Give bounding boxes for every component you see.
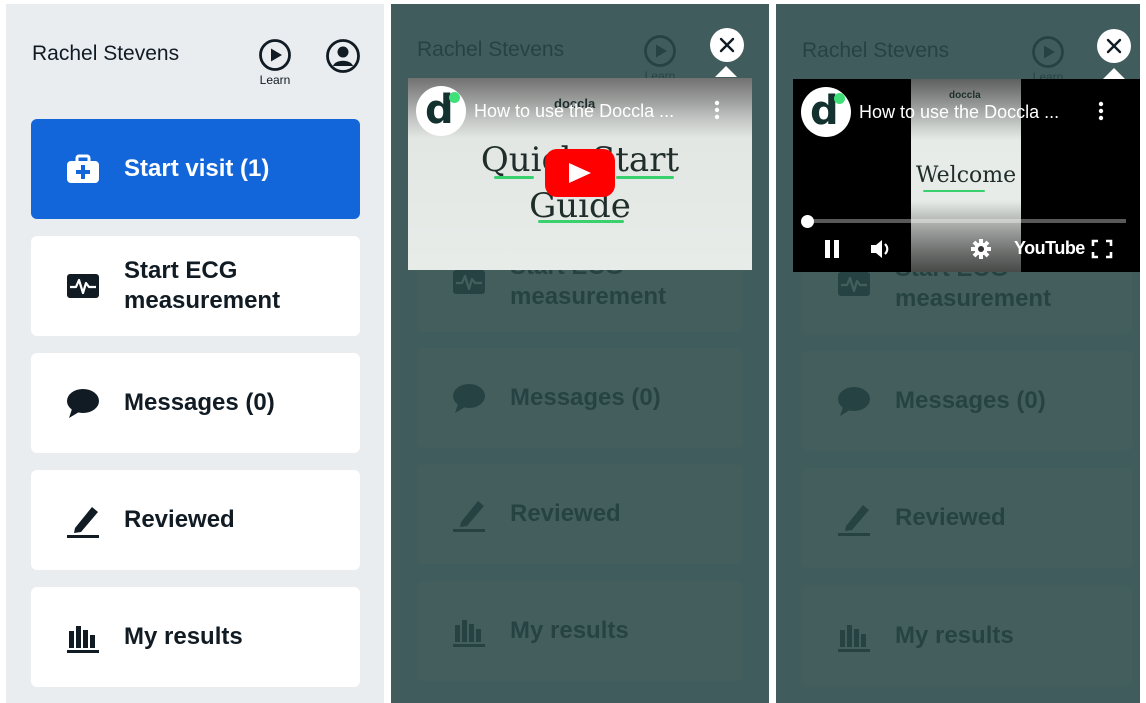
my-results-button[interactable]: My results: [31, 587, 360, 687]
start-visit-label: Start visit (1): [124, 155, 270, 182]
video-preview-screen: Rachel Stevens Learn Start visit (1) Sta…: [391, 4, 769, 703]
more-options-icon[interactable]: [1098, 101, 1104, 121]
video-title[interactable]: How to use the Doccla ...: [474, 101, 674, 122]
start-ecg-label: Start ECG measurement: [124, 257, 281, 314]
close-button[interactable]: [710, 28, 744, 62]
profile-button[interactable]: [325, 38, 361, 79]
user-avatar-icon: [326, 39, 360, 73]
close-icon: [719, 37, 735, 53]
brand-dot: [834, 93, 845, 104]
header: Rachel Stevens Learn: [6, 4, 384, 114]
play-icon: [569, 163, 591, 183]
underline-accent: [923, 190, 985, 192]
progress-track[interactable]: [807, 219, 1126, 223]
pen-icon: [67, 507, 99, 538]
brand-dot: [449, 92, 460, 103]
messages-label: Messages (0): [124, 389, 275, 416]
ecg-icon: [67, 274, 99, 298]
reviewed-button[interactable]: Reviewed: [31, 470, 360, 570]
underline-accent: [494, 176, 534, 179]
settings-gear-icon[interactable]: [970, 238, 992, 260]
doccla-brand: doccla: [949, 90, 981, 101]
video-caption: Welcome: [915, 163, 1017, 188]
medical-kit-icon: [67, 154, 99, 183]
reviewed-label: Reviewed: [124, 506, 235, 533]
youtube-video-player[interactable]: doccla d How to use the Doccla ... Welco…: [793, 79, 1140, 272]
start-visit-button[interactable]: Start visit (1): [31, 119, 360, 219]
fullscreen-icon[interactable]: [1091, 239, 1113, 259]
my-results-label: My results: [124, 623, 243, 650]
popover-arrow: [715, 66, 737, 77]
progress-scrubber[interactable]: [801, 215, 814, 228]
messages-button[interactable]: Messages (0): [31, 353, 360, 453]
underline-accent: [538, 220, 624, 223]
youtube-logo[interactable]: YouTube: [1014, 238, 1085, 259]
learn-label: Learn: [259, 73, 291, 87]
channel-avatar[interactable]: d: [801, 87, 851, 137]
bar-chart-icon: [67, 626, 99, 653]
pause-icon[interactable]: [823, 239, 841, 259]
video-playing-screen: Rachel Stevens Learn Start visit (1) Sta…: [776, 4, 1140, 703]
more-options-icon[interactable]: [714, 100, 720, 120]
play-button[interactable]: [545, 149, 615, 197]
chat-bubble-icon: [67, 389, 99, 418]
underline-accent: [616, 176, 674, 179]
close-button[interactable]: [1097, 29, 1131, 63]
channel-avatar[interactable]: d: [416, 86, 466, 136]
video-title[interactable]: How to use the Doccla ...: [859, 102, 1059, 123]
youtube-video-thumbnail[interactable]: doccla d How to use the Doccla ... Quick…: [408, 78, 752, 270]
home-screen: Rachel Stevens Learn Start visit (1) Sta…: [6, 4, 384, 703]
close-icon: [1106, 38, 1122, 54]
controls-gradient: [793, 202, 1140, 272]
learn-button[interactable]: Learn: [255, 38, 295, 87]
volume-icon[interactable]: [869, 238, 893, 260]
user-name: Rachel Stevens: [32, 42, 180, 65]
start-ecg-button[interactable]: Start ECG measurement: [31, 236, 360, 336]
play-circle-icon: [259, 39, 291, 71]
popover-arrow: [1103, 68, 1125, 79]
